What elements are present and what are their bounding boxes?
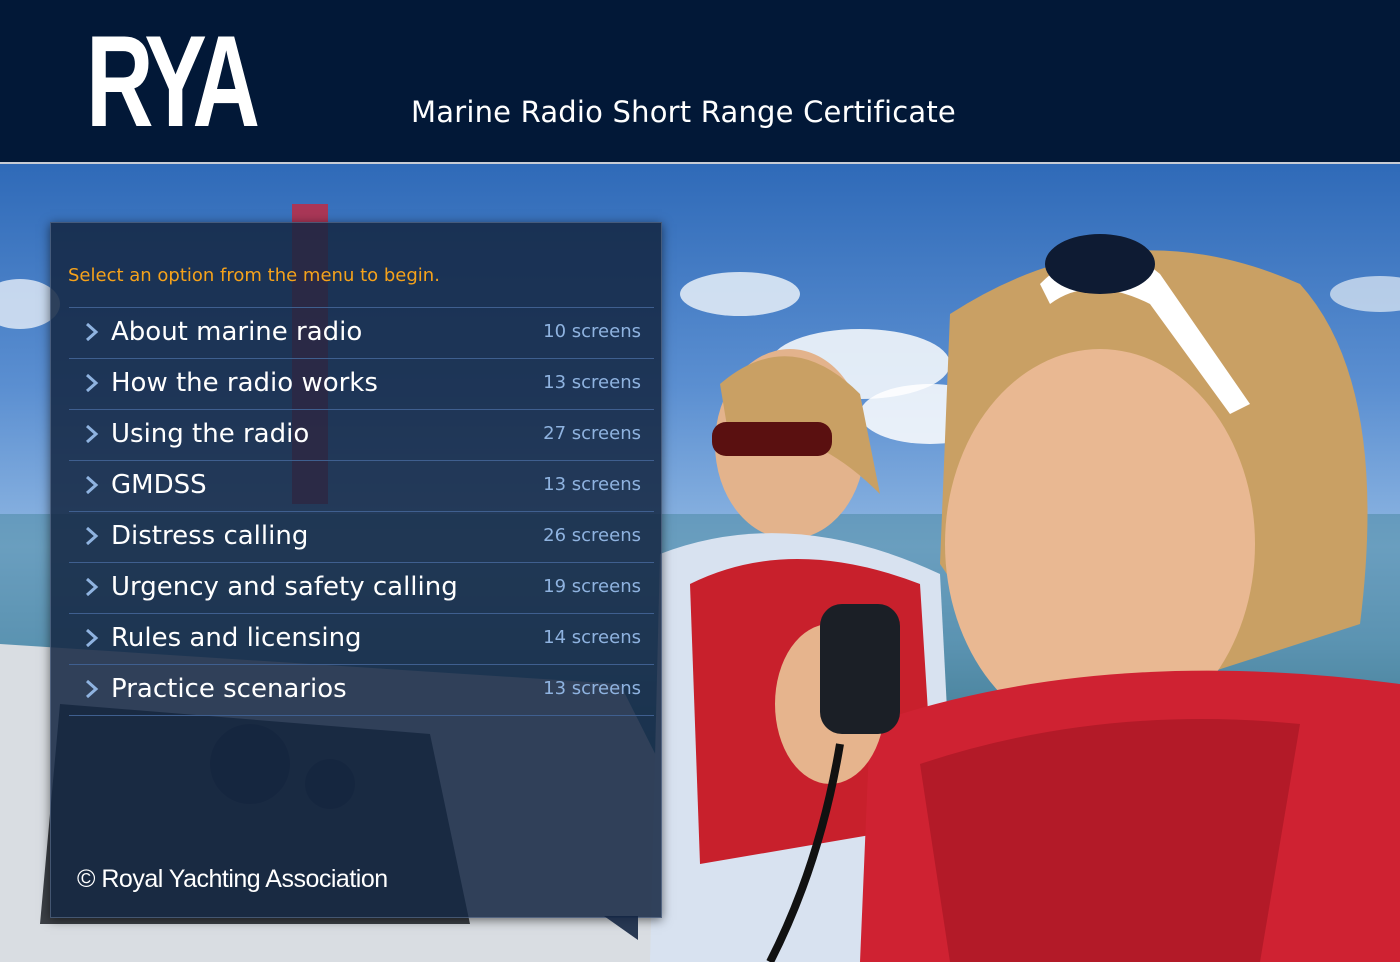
- menu-item-count: 19 screens: [543, 576, 641, 597]
- menu-item-practice-scenarios[interactable]: Practice scenarios 13 screens: [69, 665, 654, 716]
- course-menu-panel: Select an option from the menu to begin.…: [50, 222, 662, 918]
- menu-item-gmdss[interactable]: GMDSS 13 screens: [69, 461, 654, 512]
- menu-item-label: GMDSS: [111, 470, 207, 500]
- menu-item-label: About marine radio: [111, 317, 363, 347]
- menu-item-label: Rules and licensing: [111, 623, 362, 653]
- chevron-right-icon: [86, 373, 99, 393]
- menu-item-distress-calling[interactable]: Distress calling 26 screens: [69, 512, 654, 563]
- chevron-right-icon: [86, 526, 99, 546]
- menu-item-label: Distress calling: [111, 521, 309, 551]
- menu-item-urgency-and-safety-calling[interactable]: Urgency and safety calling 19 screens: [69, 563, 654, 614]
- menu-item-count: 10 screens: [543, 321, 641, 342]
- panel-speech-tail: [604, 916, 638, 940]
- menu-item-label: Using the radio: [111, 419, 310, 449]
- app-title: Marine Radio Short Range Certificate: [411, 95, 956, 129]
- menu-item-label: How the radio works: [111, 368, 378, 398]
- menu-item-about-marine-radio[interactable]: About marine radio 10 screens: [69, 308, 654, 359]
- menu-item-count: 26 screens: [543, 525, 641, 546]
- app-header: RYA Marine Radio Short Range Certificate: [0, 0, 1400, 164]
- menu-item-count: 14 screens: [543, 627, 641, 648]
- menu-item-count: 13 screens: [543, 372, 641, 393]
- chevron-right-icon: [86, 424, 99, 444]
- menu-item-count: 13 screens: [543, 474, 641, 495]
- menu-item-using-the-radio[interactable]: Using the radio 27 screens: [69, 410, 654, 461]
- menu-instruction: Select an option from the menu to begin.: [68, 265, 440, 286]
- chevron-right-icon: [86, 679, 99, 699]
- menu-item-rules-and-licensing[interactable]: Rules and licensing 14 screens: [69, 614, 654, 665]
- menu-item-how-the-radio-works[interactable]: How the radio works 13 screens: [69, 359, 654, 410]
- copyright-notice: © Royal Yachting Association: [77, 865, 388, 893]
- menu-item-label: Urgency and safety calling: [111, 572, 458, 602]
- chevron-right-icon: [86, 577, 99, 597]
- chevron-right-icon: [86, 322, 99, 342]
- menu-item-count: 27 screens: [543, 423, 641, 444]
- chevron-right-icon: [86, 628, 99, 648]
- menu-item-count: 13 screens: [543, 678, 641, 699]
- chevron-right-icon: [86, 475, 99, 495]
- course-menu-list: About marine radio 10 screens How the ra…: [69, 307, 654, 716]
- menu-item-label: Practice scenarios: [111, 674, 347, 704]
- rya-logo: RYA: [86, 8, 260, 154]
